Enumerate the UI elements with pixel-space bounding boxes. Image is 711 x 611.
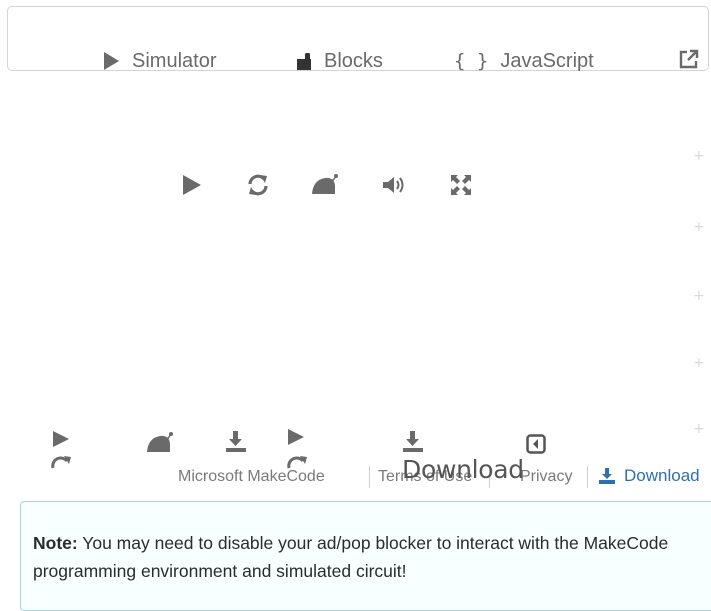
footer-brand-link[interactable]: Microsoft MakeCode xyxy=(178,468,325,486)
fullscreen-icon[interactable] xyxy=(449,173,473,197)
footer-privacy-link[interactable]: Privacy xyxy=(520,468,572,486)
note-text: Note: You may need to disable your ad/po… xyxy=(33,529,673,585)
slow-mo-icon[interactable] xyxy=(311,172,339,196)
side-marker: + xyxy=(693,421,705,437)
tab-javascript[interactable]: { } JavaScript xyxy=(454,48,594,74)
download-icon[interactable] xyxy=(401,430,425,454)
download-icon xyxy=(599,468,615,484)
download-icon[interactable] xyxy=(224,430,248,454)
side-marker: + xyxy=(693,355,705,371)
download-overlay-text[interactable]: Download xyxy=(402,455,524,484)
mute-icon[interactable] xyxy=(381,174,407,196)
external-link-icon xyxy=(679,49,699,69)
side-marker: + xyxy=(693,219,705,235)
tab-simulator-label: Simulator xyxy=(132,49,217,72)
note-message: Note: You may need to disable your ad/po… xyxy=(20,501,711,611)
side-marker: + xyxy=(693,288,705,304)
note-body: You may need to disable your ad/pop bloc… xyxy=(33,533,669,581)
play-icon[interactable] xyxy=(181,174,203,196)
collapse-panel-icon[interactable] xyxy=(526,434,546,454)
puzzle-piece-icon xyxy=(297,53,311,70)
tab-javascript-label: JavaScript xyxy=(500,49,594,72)
footer-separator xyxy=(587,466,588,488)
restart-icon[interactable] xyxy=(246,173,270,197)
download-link-label: Download xyxy=(624,466,700,485)
open-external-button[interactable] xyxy=(678,48,700,75)
braces-icon: { } xyxy=(454,50,489,72)
play-icon[interactable] xyxy=(287,428,305,446)
tab-blocks-label: Blocks xyxy=(324,49,383,72)
note-label: Note: xyxy=(33,533,78,553)
slow-mo-icon[interactable] xyxy=(146,430,174,454)
restart-icon[interactable] xyxy=(286,455,308,469)
tab-blocks[interactable]: Blocks xyxy=(296,48,383,74)
tab-simulator[interactable]: Simulator xyxy=(102,48,216,74)
play-icon xyxy=(104,52,119,70)
side-marker: + xyxy=(693,148,705,164)
restart-icon[interactable] xyxy=(50,455,72,469)
play-icon[interactable] xyxy=(52,430,70,448)
footer-separator xyxy=(369,466,370,488)
download-link[interactable]: Download xyxy=(598,466,700,486)
